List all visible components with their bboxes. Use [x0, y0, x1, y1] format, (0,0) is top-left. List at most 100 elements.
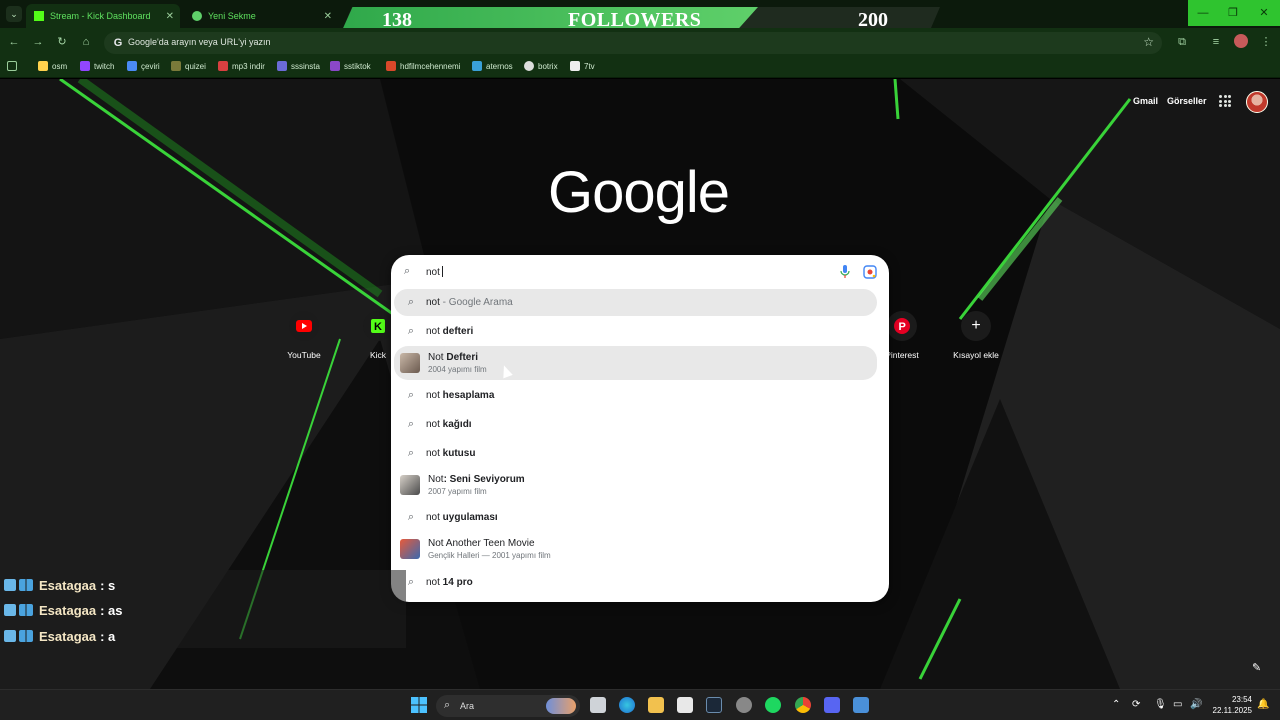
quizei-icon — [171, 61, 181, 71]
google-lens-icon[interactable] — [863, 265, 877, 279]
search-icon: ⌕ — [444, 699, 451, 711]
chrome-icon — [192, 11, 202, 21]
spotify-icon[interactable] — [765, 697, 781, 713]
svg-text:K: K — [374, 321, 382, 333]
menu-icon[interactable]: ⋮ — [1258, 34, 1274, 50]
badge-icon — [19, 579, 33, 591]
taskbar-clock[interactable]: 23:54 22.11.2025 — [1210, 694, 1252, 716]
bookmark-star-icon[interactable]: ☆ — [1143, 35, 1154, 49]
store-icon[interactable] — [677, 697, 693, 713]
show-hidden-icons-icon[interactable]: ⌃ — [1112, 699, 1120, 710]
sync-icon[interactable]: ⟳ — [1132, 699, 1140, 710]
media-control-icon[interactable]: ≡ — [1208, 34, 1224, 50]
microphone-icon[interactable]: 🎙 — [1154, 699, 1167, 710]
shortcut-add[interactable]: + Kısayol ekle — [946, 311, 1006, 360]
network-icon[interactable]: ▭ — [1173, 699, 1182, 710]
tab-kick-dashboard[interactable]: Stream - Kick Dashboard ✕ — [26, 4, 180, 28]
address-bar-placeholder: Google'da arayın veya URL'yi yazın — [128, 37, 271, 47]
search-query[interactable]: not — [426, 266, 443, 278]
suggestion-item[interactable]: ⌕ not 14 pro — [394, 569, 877, 596]
suggestion-item[interactable]: Not: Seni Seviyorum 2007 yapımı film — [394, 468, 877, 502]
tab-search-button[interactable]: ⌄ — [6, 6, 22, 22]
notification-bell-icon[interactable]: 🔔 — [1257, 699, 1269, 710]
steam-icon[interactable] — [706, 697, 722, 713]
chat-message: Esatagaa: a — [4, 624, 115, 648]
apps-shortcut-icon[interactable] — [7, 61, 21, 71]
reload-button[interactable]: ↻ — [54, 34, 70, 50]
sstiktok-icon — [330, 61, 340, 71]
chat-message: Esatagaa: s — [4, 573, 115, 597]
bookmark-sstiktok[interactable]: sstiktok — [330, 61, 371, 71]
suggestion-item[interactable]: Not Defteri 2004 yapımı film — [394, 346, 877, 380]
search-icon: ⌕ — [407, 296, 415, 308]
botrix-icon — [524, 61, 534, 71]
bookmark-quizei[interactable]: quizei — [171, 61, 206, 71]
pinterest-icon: P — [887, 311, 917, 341]
suggestion-item[interactable]: ⌕ not defteri — [394, 318, 877, 345]
badge-icon — [4, 630, 16, 642]
close-window-button[interactable]: ✕ — [1248, 0, 1280, 26]
customize-pencil-icon[interactable]: ✎ — [1252, 661, 1261, 674]
bookmark-ceviri[interactable]: çeviri — [127, 61, 160, 71]
google-icon: G — [113, 37, 123, 49]
suggestion-item[interactable]: ⌕ not kağıdı — [394, 411, 877, 438]
minimize-button[interactable]: — — [1188, 0, 1218, 26]
mp3-icon — [218, 61, 228, 71]
bookmark-hdfilmcehennemi[interactable]: hdfilmcehennemi — [386, 61, 460, 71]
forward-button[interactable]: → — [30, 34, 46, 50]
suggestion-item[interactable]: ⌕ not uygulaması — [394, 504, 877, 531]
tab-new-tab[interactable]: Yeni Sekme ✕ — [184, 4, 338, 28]
home-button[interactable]: ⌂ — [78, 34, 94, 50]
gmail-link[interactable]: Gmail — [1133, 96, 1158, 106]
windows-start-icon[interactable] — [411, 697, 427, 713]
search-icon: ⌕ — [407, 389, 415, 401]
search-icon: ⌕ — [404, 265, 411, 277]
file-explorer-icon[interactable] — [648, 697, 664, 713]
suggestion-item[interactable]: ⌕ not kutusu — [394, 440, 877, 467]
discord-icon[interactable] — [824, 697, 840, 713]
address-bar[interactable]: G Google'da arayın veya URL'yi yazın ☆ — [104, 32, 1162, 54]
search-icon: ⌕ — [407, 325, 415, 337]
app-icon[interactable] — [736, 697, 752, 713]
movie-poster-thumbnail — [400, 353, 420, 373]
search-icon: ⌕ — [407, 576, 415, 588]
hdfilm-icon — [386, 61, 396, 71]
restore-button[interactable]: ❐ — [1218, 0, 1248, 26]
bookmark-7tv[interactable]: 7tv — [570, 61, 595, 71]
close-tab-icon[interactable]: ✕ — [166, 11, 174, 22]
shortcut-youtube[interactable]: YouTube — [274, 311, 334, 360]
edge-icon[interactable] — [619, 697, 635, 713]
app-icon[interactable] — [853, 697, 869, 713]
bookmark-aternos[interactable]: aternos — [472, 61, 513, 71]
profile-avatar-small[interactable] — [1234, 34, 1248, 48]
search-input[interactable]: ⌕ not — [391, 255, 889, 289]
badge-icon — [19, 604, 33, 616]
kick-icon — [34, 11, 44, 21]
chat-message: Esatagaa: as — [4, 598, 123, 622]
bookmark-mp3-indir[interactable]: mp3 indir — [218, 61, 265, 71]
bookmark-sssinsta[interactable]: sssinsta — [277, 61, 320, 71]
images-link[interactable]: Görseller — [1167, 96, 1207, 106]
youtube-icon — [289, 311, 319, 341]
osm-icon — [38, 61, 48, 71]
task-view-icon[interactable] — [590, 697, 606, 713]
bookmark-botrix[interactable]: botrix — [524, 61, 558, 71]
badge-icon — [19, 630, 33, 642]
close-tab-icon[interactable]: ✕ — [324, 11, 332, 22]
search-icon: ⌕ — [407, 418, 415, 430]
bookmark-osm[interactable]: osm — [38, 61, 67, 71]
suggestion-item[interactable]: ⌕ not - Google Arama — [394, 289, 877, 316]
search-box-dropdown: ⌕ not ⌕ not - Google Arama ⌕ not defteri… — [391, 255, 889, 602]
microphone-icon[interactable] — [840, 265, 850, 279]
google-apps-icon[interactable] — [1219, 95, 1231, 107]
movie-poster-thumbnail — [400, 475, 420, 495]
volume-icon[interactable]: 🔊 — [1190, 699, 1202, 710]
account-avatar[interactable] — [1246, 91, 1268, 113]
bookmark-twitch[interactable]: twitch — [80, 61, 114, 71]
taskbar-search[interactable]: ⌕ Ara — [436, 695, 580, 717]
suggestion-item[interactable]: Not Another Teen Movie Gençlik Halleri — … — [394, 532, 877, 566]
extensions-icon[interactable]: ⧉ — [1174, 34, 1190, 50]
chrome-icon[interactable] — [795, 697, 811, 713]
suggestion-item[interactable]: ⌕ not hesaplama — [394, 382, 877, 409]
back-button[interactable]: ← — [6, 34, 22, 50]
